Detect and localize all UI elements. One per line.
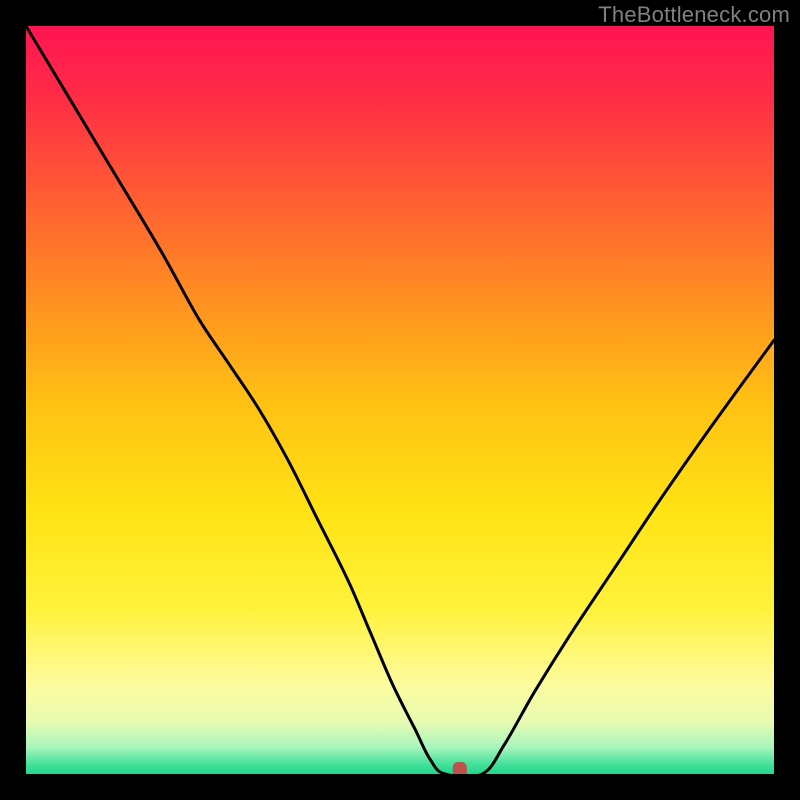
- chart-frame: TheBottleneck.com: [0, 0, 800, 800]
- optimal-point-marker: [453, 762, 467, 774]
- gradient-background: [26, 26, 774, 774]
- bottleneck-chart: [26, 26, 774, 774]
- watermark-text: TheBottleneck.com: [598, 2, 790, 28]
- plot-area: [26, 26, 774, 774]
